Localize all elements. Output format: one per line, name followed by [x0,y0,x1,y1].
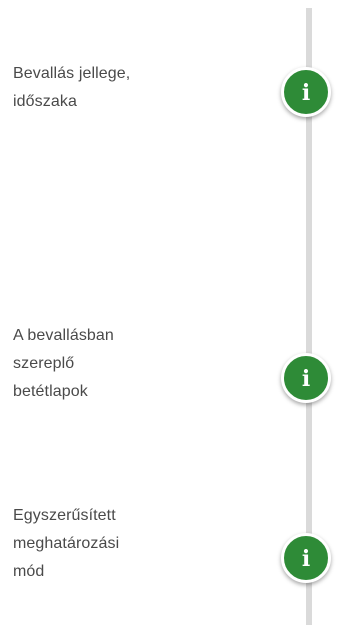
step-label-line: szereplő [13,355,75,372]
step-label-line: betétlapok [13,383,88,400]
step-label-betetlapok: A bevallásban szereplő betétlapok [13,322,253,406]
step-label-line: A bevallásban [13,327,114,344]
step-label-line: Egyszerűsített [13,507,116,524]
step-label-line: mód [13,563,45,580]
step-label-line: Bevallás jellege, [13,65,131,82]
info-button-betetlapok[interactable]: i [281,353,331,403]
step-label-line: időszaka [13,93,77,110]
step-label-bevallas-jellege: Bevallás jellege, időszaka [13,60,253,116]
info-icon: i [301,365,311,392]
info-icon: i [301,545,311,572]
step-label-egyszerusitett: Egyszerűsített meghatározási mód [13,502,253,586]
info-button-egyszerusitett[interactable]: i [281,533,331,583]
step-label-line: meghatározási [13,535,120,552]
info-button-bevallas-jellege[interactable]: i [281,67,331,117]
info-icon: i [301,79,311,106]
